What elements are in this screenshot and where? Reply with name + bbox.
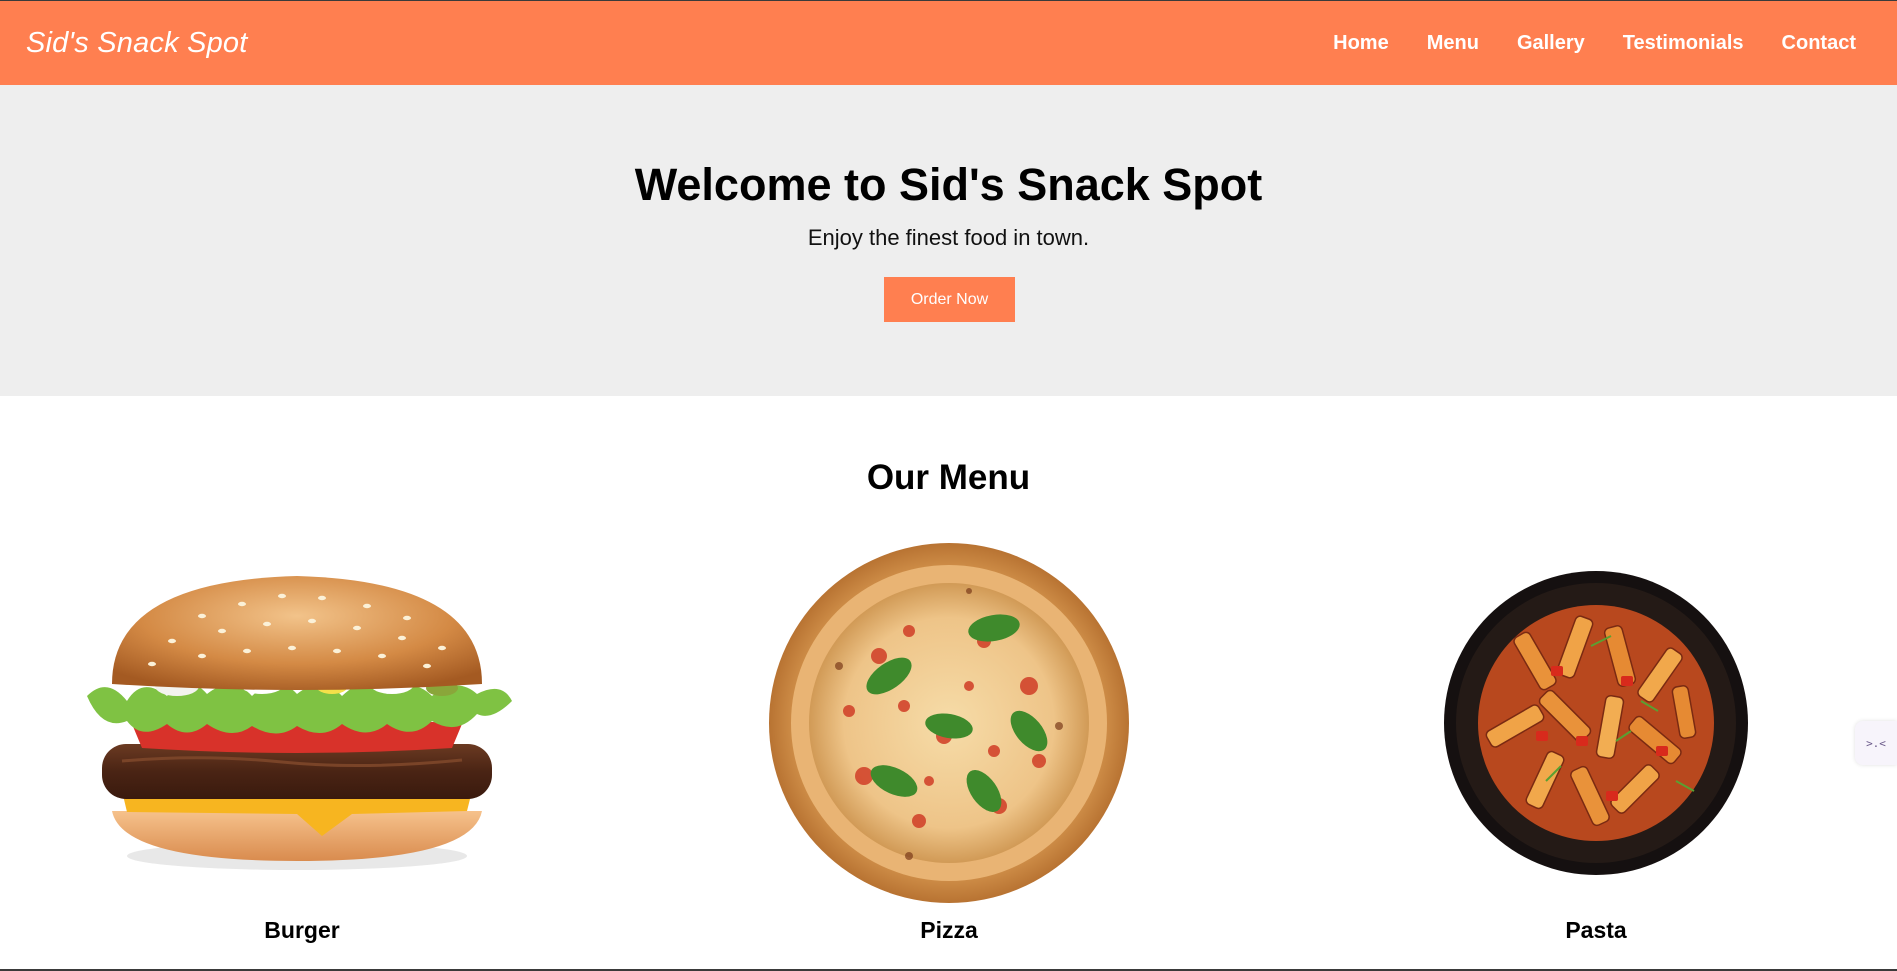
hero-subtitle: Enjoy the finest food in town. [807, 225, 1090, 250]
chat-widget-button[interactable]: >.< [1855, 721, 1897, 765]
hero-title: Welcome to Sid's Snack Spot [634, 159, 1263, 210]
menu-item-pasta[interactable]: Pasta [1376, 536, 1816, 956]
order-now-button[interactable]: Order Now [884, 277, 1015, 322]
menu-section-title: Our Menu [866, 458, 1031, 497]
nav-menu[interactable]: Menu [1427, 32, 1479, 55]
pasta-image [1444, 571, 1748, 875]
page: Sid's Snack Spot Home Menu Gallery Testi… [0, 0, 1897, 971]
nav-testimonials[interactable]: Testimonials [1623, 32, 1744, 55]
burger-image [87, 576, 512, 870]
site-header: Sid's Snack Spot Home Menu Gallery Testi… [0, 1, 1897, 85]
pizza-image [769, 543, 1129, 903]
menu-item-pizza[interactable]: Pizza [729, 536, 1169, 956]
menu-item-name: Pizza [920, 917, 978, 943]
nav-gallery[interactable]: Gallery [1517, 32, 1585, 55]
nav-contact[interactable]: Contact [1782, 32, 1856, 55]
hero-section: Welcome to Sid's Snack Spot Enjoy the fi… [0, 85, 1897, 396]
nav-home[interactable]: Home [1333, 32, 1389, 55]
chat-widget-icon: >.< [1866, 736, 1886, 750]
menu-item-name: Pasta [1565, 917, 1627, 943]
main-nav: Home Menu Gallery Testimonials Contact [1333, 32, 1856, 55]
menu-item-burger[interactable]: Burger [82, 536, 522, 956]
brand-logo[interactable]: Sid's Snack Spot [26, 27, 248, 60]
menu-item-name: Burger [264, 917, 340, 943]
